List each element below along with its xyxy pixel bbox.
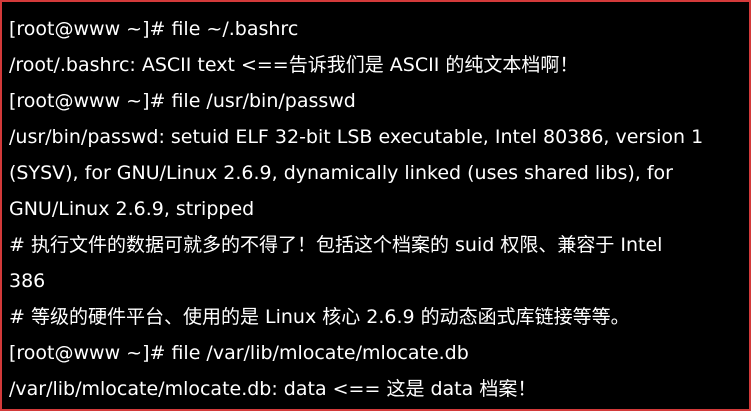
terminal-line-command: [root@www ~]# file ~/.bashrc — [9, 18, 299, 40]
terminal-line-output: /usr/bin/passwd: setuid ELF 32-bit LSB e… — [9, 126, 704, 148]
terminal-line-output: /root/.bashrc: ASCII text <==告诉我们是 ASCII… — [9, 54, 579, 76]
terminal-line-comment: # 等级的硬件平台、使用的是 Linux 核心 2.6.9 的动态函式库链接等等… — [9, 306, 630, 328]
terminal-screen: [root@www ~]# file ~/.bashrc /root/.bash… — [4, 4, 747, 407]
terminal-line-command: [root@www ~]# file /var/lib/mlocate/mloc… — [9, 342, 469, 364]
terminal-line-command: [root@www ~]# file /usr/bin/passwd — [9, 90, 356, 112]
terminal-output: [root@www ~]# file ~/.bashrc /root/.bash… — [9, 11, 737, 401]
terminal-line-output: GNU/Linux 2.6.9, stripped — [9, 198, 255, 220]
terminal-line-comment: # 执行文件的数据可就多的不得了！包括这个档案的 suid 权限、兼容于 Int… — [9, 234, 663, 256]
terminal-line-comment: 386 — [9, 270, 46, 292]
terminal-line-output: (SYSV), for GNU/Linux 2.6.9, dynamically… — [9, 162, 673, 184]
terminal-line-output: /var/lib/mlocate/mlocate.db: data <== 这是… — [9, 378, 537, 400]
terminal-window: [root@www ~]# file ~/.bashrc /root/.bash… — [0, 0, 751, 411]
